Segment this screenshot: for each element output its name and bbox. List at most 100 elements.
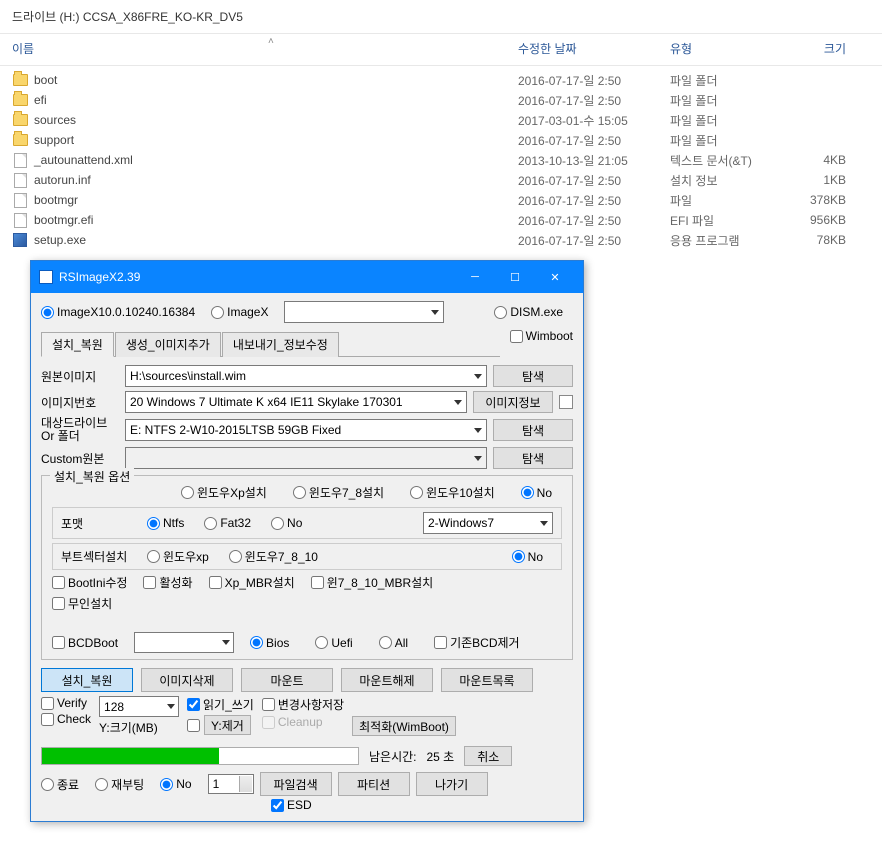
- app-icon: [39, 270, 53, 284]
- close-button[interactable]: ✕: [535, 267, 575, 287]
- radio-boot-7810[interactable]: 윈도우7_8_10: [229, 548, 318, 565]
- file-date: 2016-07-17-일 2:50: [518, 92, 670, 109]
- radio-ntfs[interactable]: Ntfs: [147, 516, 184, 530]
- install-restore-button[interactable]: 설치_복원: [41, 668, 133, 692]
- file-type: 설치 정보: [670, 172, 786, 189]
- mountlist-button[interactable]: 마운트목록: [441, 668, 533, 692]
- check-cleanup[interactable]: Cleanup: [262, 715, 344, 729]
- check-rw[interactable]: 읽기_쓰기: [187, 696, 254, 713]
- ysize-label: Y:크기(MB): [99, 719, 179, 736]
- tab-export-edit[interactable]: 내보내기_정보수정: [222, 332, 339, 357]
- file-row[interactable]: _autounattend.xml2013-10-13-일 21:05텍스트 문…: [0, 150, 882, 170]
- radio-fmt-no[interactable]: No: [271, 516, 302, 530]
- radio-imagex10[interactable]: ImageX10.0.10240.16384: [41, 305, 195, 319]
- radio-fat32[interactable]: Fat32: [204, 516, 251, 530]
- col-name[interactable]: 이름: [12, 40, 518, 57]
- col-type[interactable]: 유형: [670, 40, 786, 57]
- check-bcdboot[interactable]: BCDBoot: [52, 636, 118, 650]
- file-list: boot2016-07-17-일 2:50파일 폴더efi2016-07-17-…: [0, 66, 882, 254]
- check-esd[interactable]: ESD: [271, 798, 312, 812]
- maximize-button[interactable]: ☐: [495, 267, 535, 287]
- dialog-titlebar[interactable]: RSImageX2.39 ─ ☐ ✕: [31, 261, 583, 293]
- check-win7810mbr[interactable]: 윈7_8_10_MBR설치: [311, 574, 434, 591]
- source-browse-button[interactable]: 탐색: [493, 365, 573, 387]
- tab-create-add[interactable]: 생성_이미지추가: [115, 332, 221, 357]
- format-target-dropdown[interactable]: 2-Windows7: [423, 512, 553, 534]
- radio-dism[interactable]: DISM.exe: [494, 305, 563, 319]
- label-imgno: 이미지번호: [41, 394, 119, 411]
- partition-button[interactable]: 파티션: [338, 772, 410, 796]
- yremove-button[interactable]: Y:제거: [204, 715, 251, 735]
- filesearch-button[interactable]: 파일검색: [260, 772, 332, 796]
- file-row[interactable]: bootmgr2016-07-17-일 2:50파일378KB: [0, 190, 882, 210]
- check-savechanges[interactable]: 변경사항저장: [262, 696, 344, 713]
- explorer-path: 드라이브 (H:) CCSA_X86FRE_KO-KR_DV5: [0, 0, 882, 34]
- exit-button[interactable]: 나가기: [416, 772, 488, 796]
- optimize-button[interactable]: 최적화(WimBoot): [352, 716, 456, 736]
- check-bootini[interactable]: BootIni수정: [52, 574, 127, 591]
- imginfo-button[interactable]: 이미지정보: [473, 391, 553, 413]
- imagex-dropdown[interactable]: [284, 301, 444, 323]
- folder-icon: [12, 112, 28, 128]
- radio-bios[interactable]: Bios: [250, 636, 289, 650]
- file-size: 78KB: [786, 233, 846, 247]
- file-name: _autounattend.xml: [34, 153, 518, 167]
- radio-win10-install[interactable]: 윈도우10설치: [410, 484, 495, 501]
- minimize-button[interactable]: ─: [455, 267, 495, 287]
- radio-imagex[interactable]: ImageX: [211, 305, 268, 319]
- target-browse-button[interactable]: 탐색: [493, 419, 573, 441]
- radio-os-no[interactable]: No: [521, 486, 552, 500]
- unmount-button[interactable]: 마운트해제: [341, 668, 433, 692]
- footer-spinner[interactable]: 1: [208, 774, 254, 794]
- check-verify[interactable]: Verify: [41, 696, 91, 710]
- imgno-dropdown[interactable]: 20 Windows 7 Ultimate K x64 IE11 Skylake…: [125, 391, 467, 413]
- file-name: bootmgr.efi: [34, 213, 518, 227]
- col-date[interactable]: 수정한 날짜: [518, 40, 670, 57]
- delete-image-button[interactable]: 이미지삭제: [141, 668, 233, 692]
- check-remove-bcd[interactable]: 기존BCD제거: [434, 634, 520, 651]
- check-wimboot[interactable]: Wimboot: [510, 329, 573, 343]
- file-row[interactable]: bootmgr.efi2016-07-17-일 2:50EFI 파일956KB: [0, 210, 882, 230]
- file-size: 378KB: [786, 193, 846, 207]
- file-date: 2017-03-01-수 15:05: [518, 112, 670, 129]
- cancel-button[interactable]: 취소: [464, 746, 512, 766]
- check-active[interactable]: 활성화: [143, 574, 192, 591]
- custom-browse-button[interactable]: 탐색: [493, 447, 573, 469]
- file-row[interactable]: support2016-07-17-일 2:50파일 폴더: [0, 130, 882, 150]
- source-dropdown[interactable]: H:\sources\install.wim: [125, 365, 487, 387]
- tab-install-restore[interactable]: 설치_복원: [41, 332, 114, 357]
- radio-all[interactable]: All: [379, 636, 408, 650]
- bcdboot-dropdown[interactable]: [134, 632, 234, 653]
- file-type: 파일 폴더: [670, 92, 786, 109]
- check-yremove-box[interactable]: [187, 719, 200, 732]
- imginfo-check[interactable]: [559, 395, 573, 409]
- check-unattend[interactable]: 무인설치: [52, 595, 112, 612]
- label-bootsector: 부트섹터설치: [61, 548, 137, 565]
- exe-icon: [12, 232, 28, 248]
- file-name: boot: [34, 73, 518, 87]
- radio-uefi[interactable]: Uefi: [315, 636, 352, 650]
- radio-shutdown[interactable]: 종료: [41, 776, 79, 793]
- verify-dropdown[interactable]: 128: [99, 696, 179, 717]
- radio-boot-xp[interactable]: 윈도우xp: [147, 548, 209, 565]
- file-type: 텍스트 문서(&T): [670, 152, 786, 169]
- check-check[interactable]: Check: [41, 712, 91, 726]
- file-row[interactable]: setup.exe2016-07-17-일 2:50응용 프로그램78KB: [0, 230, 882, 250]
- target-dropdown[interactable]: E: NTFS 2-W10-2015LTSB 59GB Fixed: [125, 419, 487, 441]
- custom-dropdown[interactable]: [125, 447, 487, 469]
- radio-footer-no[interactable]: No: [160, 777, 191, 791]
- file-row[interactable]: boot2016-07-17-일 2:50파일 폴더: [0, 70, 882, 90]
- file-row[interactable]: sources2017-03-01-수 15:05파일 폴더: [0, 110, 882, 130]
- remain-label: 남은시간:: [369, 748, 417, 765]
- folder-icon: [12, 132, 28, 148]
- check-xpmbr[interactable]: Xp_MBR설치: [209, 574, 295, 591]
- radio-winxp-install[interactable]: 윈도우Xp설치: [181, 484, 267, 501]
- mount-button[interactable]: 마운트: [241, 668, 333, 692]
- file-name: autorun.inf: [34, 173, 518, 187]
- radio-win78-install[interactable]: 윈도우7_8설치: [293, 484, 384, 501]
- file-row[interactable]: efi2016-07-17-일 2:50파일 폴더: [0, 90, 882, 110]
- radio-boot-no[interactable]: No: [512, 550, 543, 564]
- col-size[interactable]: 크기: [786, 40, 846, 57]
- file-row[interactable]: autorun.inf2016-07-17-일 2:50설치 정보1KB: [0, 170, 882, 190]
- radio-reboot[interactable]: 재부팅: [95, 776, 144, 793]
